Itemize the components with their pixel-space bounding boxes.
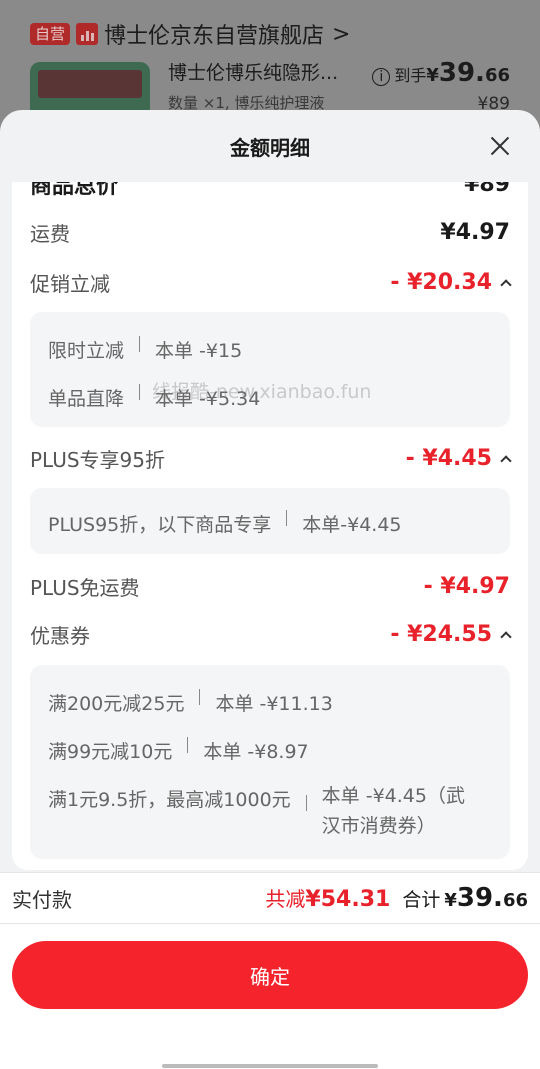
promo-value: - ¥20.34 <box>390 270 512 295</box>
plus95-item-name: PLUS95折，以下商品专享 <box>48 514 272 536</box>
product-title: 博士伦博乐纯隐形... <box>168 62 339 84</box>
coupon-value: - ¥24.55 <box>390 622 512 647</box>
self-operated-badge: 自营 <box>30 23 71 45</box>
confirm-area: 确定 <box>0 924 540 1069</box>
plus95-item: PLUS95折，以下商品专享 本单-¥4.45 <box>48 510 402 537</box>
coupon-item-amount: 本单 -¥4.45（武汉市消费券） <box>321 785 465 837</box>
amount-detail-sheet: 金额明细 商品总价 ¥89 运费 ¥4.97 促销立减 - ¥20.34 限时立… <box>0 110 540 1069</box>
chevron-right-icon: > <box>332 21 351 47</box>
divider <box>139 336 141 352</box>
coupon-item: 满200元减25元 本单 -¥11.13 <box>48 689 333 716</box>
chevron-up-icon[interactable] <box>500 278 512 291</box>
sheet-title: 金额明细 <box>230 135 310 160</box>
goods-total-label: 商品总价 <box>30 182 119 199</box>
promo-item-name: 单品直降 <box>48 388 125 410</box>
coupon-detail-box: 满200元减25元 本单 -¥11.13 满99元减10元 本单 -¥8.97 … <box>30 665 510 859</box>
total-decimal: 66 <box>502 890 528 911</box>
plus-free-shipping-row: PLUS免运费 - ¥4.97 <box>30 572 510 601</box>
price-label: 到手 <box>394 66 427 85</box>
promo-item: 单品直降 本单 -¥5.34 <box>48 384 260 411</box>
coupon-item: 满99元减10元 本单 -¥8.97 <box>48 737 309 764</box>
store-header[interactable]: 自营 博士伦京东自营旗舰店 > <box>30 18 350 50</box>
divider <box>139 384 141 400</box>
confirm-button[interactable]: 确定 <box>12 941 528 1009</box>
coupon-item-amount: 本单 -¥11.13 <box>215 693 333 715</box>
promo-item: 限时立减 本单 -¥15 <box>48 336 242 363</box>
goods-total-value: ¥89 <box>464 182 510 197</box>
sheet-header: 金额明细 <box>0 110 540 182</box>
total-label: 合计 <box>402 889 441 911</box>
plus95-row[interactable]: PLUS专享95折 - ¥4.45 <box>30 444 512 473</box>
final-price: i 到手 ¥ 39. 66 <box>372 58 510 88</box>
promo-label: 促销立减 <box>30 272 110 296</box>
price-decimal: 66 <box>484 65 510 86</box>
home-indicator[interactable] <box>162 1064 378 1068</box>
coupon-item: 满1元9.5折，最高减1000元 本单 -¥4.45（武汉市消费券） <box>48 785 482 841</box>
store-chart-icon <box>76 23 99 45</box>
promo-row[interactable]: 促销立减 - ¥20.34 <box>30 268 512 297</box>
chevron-up-icon[interactable] <box>500 454 512 467</box>
shipping-value: ¥4.97 <box>440 220 510 245</box>
plus95-value: - ¥4.45 <box>406 446 512 471</box>
price-integer: 39. <box>438 58 485 88</box>
promo-item-amount: 本单 -¥15 <box>155 340 243 362</box>
payment-summary-bar: 实付款 共减 ¥54.31 合计 ¥ 39. 66 <box>0 872 540 924</box>
coupon-item-amount: 本单 -¥8.97 <box>203 741 309 763</box>
total-saving-label: 共减 <box>265 887 306 911</box>
total-symbol: ¥ <box>444 890 457 911</box>
coupon-label: 优惠券 <box>30 624 90 648</box>
info-icon[interactable]: i <box>372 68 391 86</box>
plus95-detail-box: PLUS95折，以下商品专享 本单-¥4.45 <box>30 488 510 554</box>
divider <box>199 689 201 705</box>
divider <box>305 795 307 811</box>
promo-item-name: 限时立减 <box>48 340 125 362</box>
total-saving-amount: ¥54.31 <box>305 887 391 912</box>
plus-free-shipping-value: - ¥4.97 <box>423 574 510 599</box>
coupon-item-name: 满99元减10元 <box>48 741 173 763</box>
promo-item-amount: 本单 -¥5.34 <box>155 388 261 410</box>
close-icon[interactable] <box>490 136 510 156</box>
divider <box>187 737 189 753</box>
shipping-label: 运费 <box>30 222 70 246</box>
store-name: 博士伦京东自营旗舰店 <box>104 24 325 49</box>
payment-totals: 共减 ¥54.31 合计 ¥ 39. 66 <box>265 883 528 913</box>
coupon-row[interactable]: 优惠券 - ¥24.55 <box>30 620 512 649</box>
plus95-label: PLUS专享95折 <box>30 448 165 472</box>
plus95-item-amount: 本单-¥4.45 <box>302 514 402 536</box>
actual-payment-label: 实付款 <box>12 887 72 912</box>
total-integer: 39. <box>456 883 503 913</box>
plus-free-shipping-label: PLUS免运费 <box>30 576 140 600</box>
divider <box>286 510 288 526</box>
price-symbol: ¥ <box>426 65 439 86</box>
shipping-row: 运费 ¥4.97 <box>30 218 510 247</box>
chevron-up-icon[interactable] <box>500 630 512 643</box>
goods-total-row: 商品总价 ¥89 <box>30 182 510 200</box>
coupon-item-name: 满200元减25元 <box>48 693 185 715</box>
coupon-item-name: 满1元9.5折，最高减1000元 <box>48 789 291 811</box>
amount-detail-card[interactable]: 商品总价 ¥89 运费 ¥4.97 促销立减 - ¥20.34 限时立减 本单 … <box>12 182 528 870</box>
promo-detail-box: 限时立减 本单 -¥15 单品直降 本单 -¥5.34 <box>30 312 510 427</box>
